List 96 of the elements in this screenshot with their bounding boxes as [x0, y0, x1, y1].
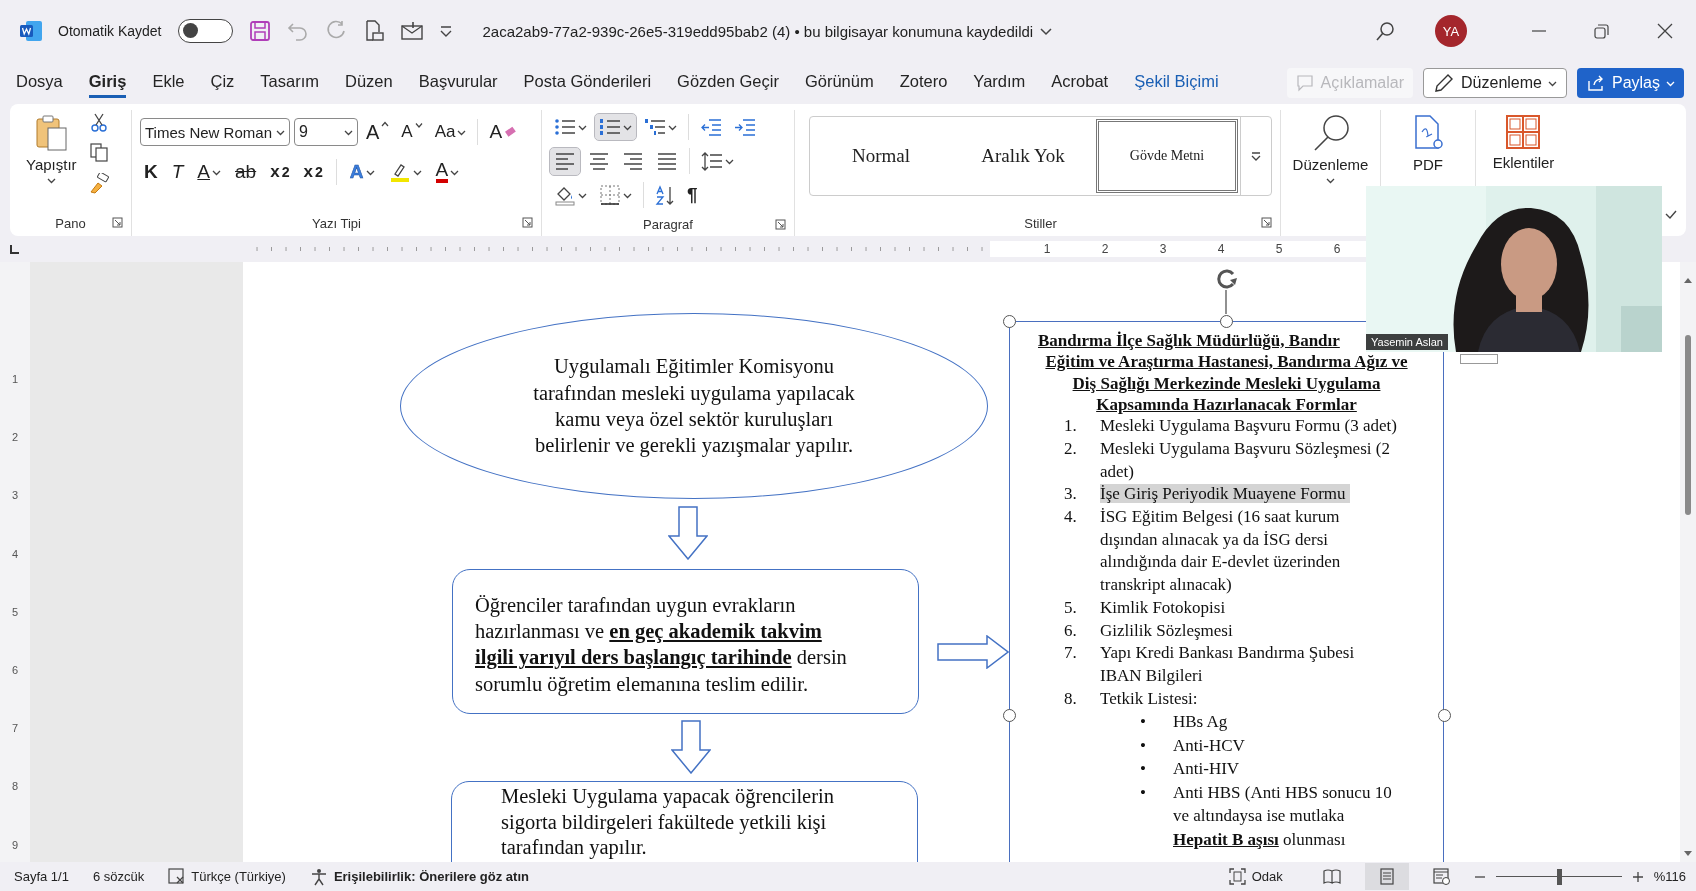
ruler-number: 5 [11, 605, 19, 618]
show-formatting-marks-button[interactable]: ¶ [683, 181, 702, 209]
document-title: 2aca2ab9-77a2-939c-26e5-319edd95bab2 (4) • bu bilgisayar konumuna kaydedildi [482, 22, 1034, 40]
list-item-text: Anti-HCV [1173, 734, 1245, 757]
group-label: Yazı Tipi [312, 215, 361, 231]
text-box-title: Kapsamında Hazırlanacak Formlar [1096, 394, 1357, 414]
ribbon-tab[interactable]: Giriş [88, 68, 127, 98]
text-box-title: Bandırma İlçe Sağlık Müdürlüğü, Bandır [1038, 331, 1340, 350]
bullet-marker: • [1140, 734, 1147, 757]
ribbon-tab[interactable]: Posta Gönderileri [523, 68, 652, 98]
list-item-text: HBs Ag [1173, 711, 1228, 734]
strikethrough-button[interactable]: ab [231, 158, 261, 186]
ribbon-tab[interactable]: Dosya [16, 68, 63, 98]
zoom-level[interactable]: %116 [1653, 869, 1686, 884]
ribbon-tab[interactable]: Yardım [973, 68, 1026, 98]
ribbon-tab[interactable]: Görünüm [804, 68, 874, 98]
text-box-title: Diş Sağlığı Merkezinde Mesleki Uygulama [1072, 373, 1381, 393]
list-item-text: İşe Giriş Periyodik Muayene Formu [1100, 484, 1350, 504]
paste-button[interactable]: Yapıştır [26, 110, 77, 210]
ruler-number: 6 [1332, 241, 1342, 257]
underline-button[interactable]: A [193, 158, 226, 186]
list-number: 5. [1064, 596, 1078, 619]
process-text: Öğrenciler tarafından uygun evrakların hazırlanması ve en geç akademik takvim ilgili yarıyıl ders başlangıç tarihinde dersin sorumlu öğretim elemanına teslim edilir. [475, 593, 848, 697]
list-item-text: Mesleki Uygulama Başvuru Sözleşmesi (2 adet) [1100, 438, 1390, 481]
editing-button[interactable]: Düzenleme [1292, 110, 1369, 184]
text-box-title: Eğitim ve Araştırma Hastanesi, Bandırma Ağız ve [1045, 352, 1408, 372]
account-avatar[interactable]: YA [1435, 15, 1467, 47]
page-count[interactable]: Sayfa 1/1 [14, 869, 69, 884]
style-option[interactable]: Gövde Metni [1096, 119, 1238, 193]
participant-name: Yasemin Aslan [1366, 334, 1448, 350]
ruler-number: 2 [11, 431, 19, 444]
group-label: Stiller [1024, 215, 1057, 231]
ribbon-tab[interactable]: Başvurular [418, 68, 498, 98]
ribbon-tab[interactable]: Acrobat [1051, 68, 1109, 98]
ruler-number: 6 [11, 664, 19, 677]
ribbon-tab[interactable]: Zotero [899, 68, 948, 98]
font-size-dropdown[interactable]: 9 [294, 118, 358, 146]
word-count[interactable]: 6 sözcük [92, 869, 145, 884]
ruler-number: 5 [1274, 241, 1284, 257]
share-button[interactable]: Paylaş [1576, 68, 1684, 98]
list-item-text: Yapı Kredi Bankası Bandırma Şubesi IBAN Bilgileri [1100, 643, 1355, 685]
font-color-button[interactable]: A [431, 158, 464, 186]
pdf-button[interactable]: PDF [1410, 110, 1446, 173]
ruler-number: 8 [11, 780, 19, 793]
bullet-marker: • [1140, 711, 1147, 734]
group-label: Paragraf [643, 216, 693, 232]
ruler-number: 4 [11, 547, 19, 560]
ruler-number: 4 [1216, 241, 1226, 257]
clear-formatting-button[interactable]: A [485, 118, 521, 146]
ribbon-tab[interactable]: Şekil Biçimi [1134, 68, 1219, 98]
grow-font-button[interactable]: A [362, 117, 394, 147]
ellipse-text: Uygulamalı Eğitimler Komisyonu tarafından mesleki uygulama yapılacak kamu veya özel sektör kuruluşları belirlenir ve gerekli yazışmalar yapılır. [533, 354, 855, 459]
bullet-marker: • [1140, 781, 1147, 804]
ruler-number: 2 [1100, 241, 1110, 257]
language-label[interactable]: Türkçe (Türkiye) [191, 869, 286, 884]
italic-button[interactable]: T [167, 158, 188, 186]
ruler-number: 3 [11, 489, 19, 502]
text-effects-button[interactable]: A [345, 158, 379, 186]
autosave-label: Otomatik Kaydet [58, 23, 162, 39]
editing-mode-button[interactable]: Düzenleme [1423, 68, 1567, 98]
ribbon-tab[interactable]: Gözden Geçir [677, 68, 779, 98]
list-item-text: Anti-HIV [1173, 758, 1240, 781]
style-option[interactable]: Aralık Yok [952, 117, 1094, 195]
ruler-number: 1 [11, 373, 19, 386]
ruler-number: 3 [1158, 241, 1168, 257]
list-number: 2. [1064, 437, 1078, 460]
ribbon-tab[interactable]: Çiz [210, 68, 235, 98]
change-case-button[interactable]: Aa [430, 119, 471, 145]
list-item-text: Kimlik Fotokopisi [1100, 597, 1226, 617]
list-number: 4. [1064, 506, 1078, 528]
ribbon-tab[interactable]: Düzen [345, 68, 393, 98]
shrink-font-button[interactable]: A [397, 119, 427, 145]
group-label: Pano [55, 215, 86, 231]
process-text: Mesleki Uygulama yapacak öğrencilerin sigorta bildirgeleri fakültede yetkili kişi tarafından yapılır. [501, 784, 835, 861]
list-item-text: Mesleki Uygulama Başvuru Formu (3 adet) [1100, 416, 1397, 436]
ruler-number: 1 [1042, 241, 1052, 257]
list-item-text: Gizlilik Sözleşmesi [1100, 620, 1233, 640]
bullet-marker: • [1140, 758, 1147, 781]
list-number: 1. [1064, 415, 1078, 438]
ruler-number: 7 [11, 722, 19, 735]
list-number: 6. [1064, 619, 1078, 642]
accessibility-status[interactable]: Erişilebilirlik: Önerilere göz atın [333, 869, 529, 884]
list-number: 3. [1064, 483, 1078, 506]
add-ins-button[interactable]: Eklentiler [1492, 110, 1555, 171]
list-item-text: Tetkik Listesi: [1100, 688, 1198, 708]
style-option[interactable]: Normal [810, 117, 952, 195]
bold-button[interactable]: K [140, 158, 162, 186]
ruler-number: 9 [11, 838, 19, 851]
list-item-text: Anti HBS (Anti HBS sonucu 10 ve altındaysa ise mutlaka Hepatit B aşısı olunması [1173, 781, 1392, 851]
list-item-text: İSG Eğitim Belgesi (16 saat kurum dışından alınacak ya da İSG dersi alındığında dair E-devlet üzerinden transkript alınacak) [1100, 507, 1341, 595]
ribbon-tab[interactable]: Tasarım [260, 68, 320, 98]
focus-button[interactable]: Odak [1228, 868, 1283, 885]
list-number: 7. [1064, 642, 1078, 665]
font-family-dropdown[interactable]: Times New Roman [140, 118, 290, 146]
list-number: 8. [1064, 687, 1078, 710]
ribbon-tab[interactable]: Ekle [152, 68, 185, 98]
